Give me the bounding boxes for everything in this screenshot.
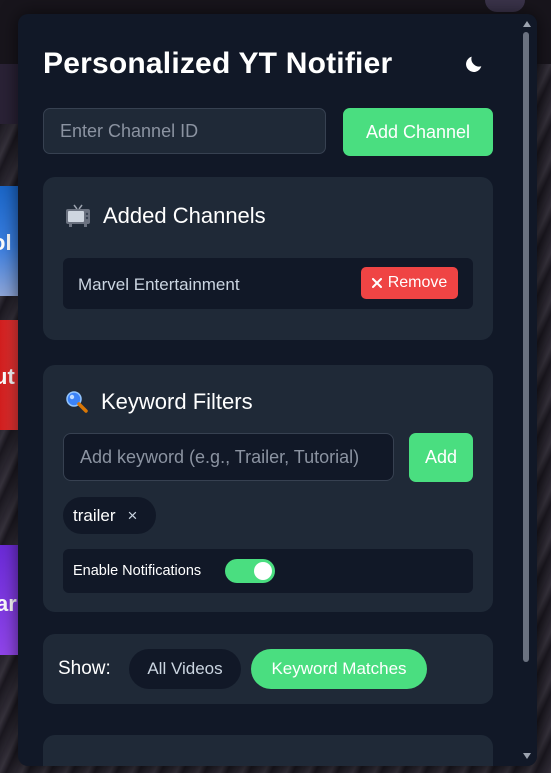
add-channel-row: Add Channel bbox=[43, 108, 493, 156]
tv-icon bbox=[66, 204, 90, 227]
keyword-filters-heading: Keyword Filters bbox=[65, 389, 253, 415]
theme-toggle-button[interactable] bbox=[461, 51, 487, 77]
scrollbar[interactable] bbox=[517, 14, 537, 766]
thumbnail-text: ol bbox=[0, 230, 12, 255]
all-videos-tab[interactable]: All Videos bbox=[129, 649, 241, 689]
extension-popup: Personalized YT Notifier Add Channel Add… bbox=[18, 14, 537, 766]
channel-id-input[interactable] bbox=[43, 108, 326, 154]
background-avatar-edge bbox=[485, 0, 525, 12]
remove-channel-button[interactable]: Remove bbox=[361, 267, 458, 299]
channel-name: Marvel Entertainment bbox=[78, 275, 240, 294]
keyword-filters-card: Keyword Filters Add trailer × Enable Not… bbox=[43, 365, 493, 612]
notifications-label: Enable Notifications bbox=[73, 563, 202, 579]
keyword-tag: trailer × bbox=[63, 497, 156, 534]
notifications-setting: Enable Notifications bbox=[63, 549, 473, 593]
popup-header: Personalized YT Notifier bbox=[43, 44, 497, 84]
video-list-card bbox=[43, 735, 493, 766]
added-channels-heading: Added Channels bbox=[65, 203, 266, 229]
page-title: Personalized YT Notifier bbox=[43, 47, 393, 80]
keyword-matches-tab[interactable]: Keyword Matches bbox=[251, 649, 427, 689]
toggle-knob bbox=[254, 562, 272, 580]
notifications-toggle[interactable] bbox=[225, 559, 275, 583]
channel-list-item: Marvel Entertainment Remove bbox=[63, 258, 473, 309]
close-icon bbox=[371, 278, 382, 288]
scrollbar-thumb[interactable] bbox=[523, 32, 529, 662]
magnifier-icon bbox=[66, 391, 88, 413]
keyword-tag-label: trailer bbox=[73, 505, 116, 525]
section-title: Keyword Filters bbox=[101, 389, 253, 414]
section-title: Added Channels bbox=[103, 203, 266, 228]
remove-label: Remove bbox=[387, 274, 448, 291]
remove-keyword-icon[interactable]: × bbox=[128, 506, 138, 526]
scroll-up-icon[interactable] bbox=[521, 18, 533, 30]
show-filter-card: Show: All Videos Keyword Matches bbox=[43, 634, 493, 704]
added-channels-card: Added Channels Marvel Entertainment Remo… bbox=[43, 177, 493, 340]
show-label: Show: bbox=[58, 658, 111, 679]
keyword-input[interactable] bbox=[63, 433, 394, 481]
add-keyword-button[interactable]: Add bbox=[409, 433, 473, 482]
thumbnail-text: ar bbox=[0, 591, 17, 616]
scroll-down-icon[interactable] bbox=[521, 750, 533, 762]
moon-icon bbox=[466, 56, 482, 72]
thumbnail-text: ut bbox=[0, 364, 15, 389]
add-channel-button[interactable]: Add Channel bbox=[343, 108, 493, 156]
